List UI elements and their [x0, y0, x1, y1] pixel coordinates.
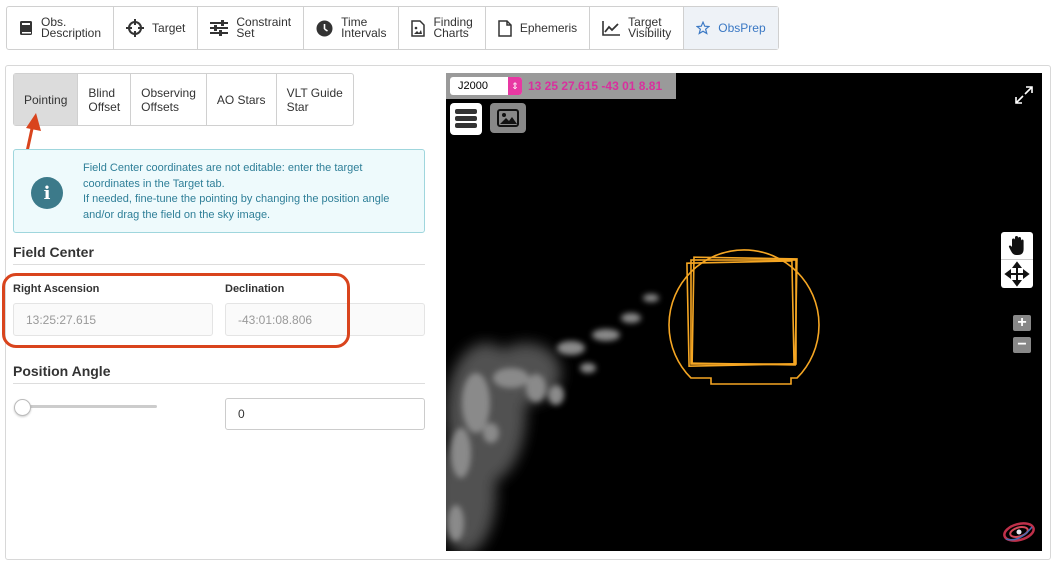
move-arrows-icon[interactable]	[1001, 260, 1033, 288]
tab-obsprep[interactable]: ObsPrep	[684, 7, 778, 49]
divider	[13, 264, 425, 265]
position-angle-slider-handle[interactable]	[14, 399, 31, 416]
tab-target[interactable]: Target	[114, 7, 199, 49]
file-icon	[498, 19, 512, 37]
layers-icon	[455, 109, 477, 128]
pointing-subtabs: Pointing Blind Offset Observing Offsets …	[13, 73, 354, 126]
annotation-highlight-box	[2, 273, 350, 348]
cursor-coordinates: 13 25 27.615 -43 01 8.81	[528, 79, 663, 93]
info-message: i Field Center coordinates are not edita…	[13, 149, 425, 233]
coordinate-frame-select[interactable]: J2000 ⇕	[450, 77, 522, 95]
navigation-controls	[1001, 232, 1033, 288]
tab-label: Time Intervals	[341, 15, 387, 40]
tab-label: Obs. Description	[41, 15, 102, 40]
image-icon	[497, 109, 519, 127]
subtab-ao-stars[interactable]: AO Stars	[207, 74, 277, 125]
aladin-logo-icon	[1003, 522, 1035, 542]
sliders-icon	[210, 20, 229, 36]
subtab-observing-offsets[interactable]: Observing Offsets	[131, 74, 207, 125]
main-toolbar: Obs. Description Target Constraint Set T…	[6, 6, 779, 50]
tab-time-intervals[interactable]: Time Intervals	[304, 7, 400, 49]
tab-label: ObsPrep	[718, 20, 766, 35]
tab-constraint-set[interactable]: Constraint Set	[198, 7, 305, 49]
tab-label: Constraint Set	[236, 15, 292, 40]
info-line-2: If needed, fine-tune the pointing by cha…	[83, 193, 390, 221]
field-center-title: Field Center	[13, 244, 94, 260]
star-icon	[696, 21, 711, 35]
sky-image	[446, 249, 820, 551]
position-angle-slider-track[interactable]	[22, 405, 157, 408]
position-angle-title: Position Angle	[13, 363, 111, 379]
clock-icon	[316, 20, 333, 36]
layers-button[interactable]	[450, 103, 482, 135]
subtab-vlt-guide-star[interactable]: VLT Guide Star	[277, 74, 353, 125]
crosshair-icon	[126, 19, 145, 37]
fullscreen-icon[interactable]	[1014, 85, 1034, 105]
position-angle-input[interactable]: 0	[225, 398, 425, 430]
pan-hand-icon[interactable]	[1001, 232, 1033, 259]
tab-label: Finding Charts	[433, 15, 473, 40]
tab-target-visibility[interactable]: Target Visibility	[590, 7, 685, 49]
coordinate-bar: J2000 ⇕ 13 25 27.615 -43 01 8.81	[446, 73, 676, 99]
tab-label: Ephemeris	[519, 20, 578, 35]
tab-ephemeris[interactable]: Ephemeris	[486, 7, 591, 49]
info-line-1: Field Center coordinates are not editabl…	[83, 162, 363, 190]
book-icon	[20, 21, 32, 35]
chevron-updown-icon: ⇕	[508, 77, 522, 95]
zoom-in-button[interactable]: +	[1013, 314, 1031, 331]
tab-label: Target	[152, 20, 186, 35]
divider	[13, 383, 425, 384]
tab-label: Target Visibility	[628, 15, 672, 40]
sky-image-viewer[interactable]: J2000 ⇕ 13 25 27.615 -43 01 8.81 + −	[446, 73, 1042, 551]
tab-finding-charts[interactable]: Finding Charts	[399, 7, 486, 49]
info-icon: i	[31, 177, 63, 209]
frame-value: J2000	[458, 80, 488, 92]
image-survey-button[interactable]	[490, 103, 526, 133]
info-text: Field Center coordinates are not editabl…	[83, 161, 413, 223]
zoom-out-button[interactable]: −	[1013, 336, 1031, 353]
tab-obs-description[interactable]: Obs. Description	[7, 7, 115, 49]
chart-line-icon	[602, 20, 621, 36]
subtab-blind-offset[interactable]: Blind Offset	[78, 74, 132, 125]
image-file-icon	[411, 19, 426, 37]
